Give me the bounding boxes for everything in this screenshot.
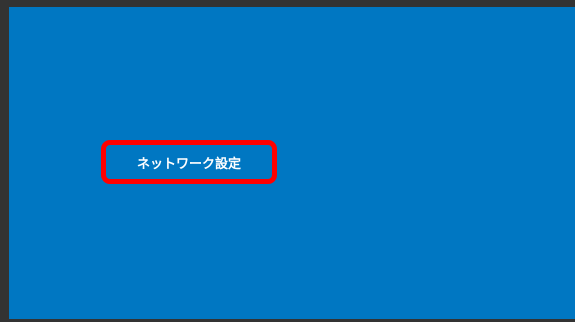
- network-settings-button[interactable]: ネットワーク設定: [101, 140, 277, 184]
- device-screen: [9, 7, 575, 319]
- network-settings-label: ネットワーク設定: [136, 156, 241, 172]
